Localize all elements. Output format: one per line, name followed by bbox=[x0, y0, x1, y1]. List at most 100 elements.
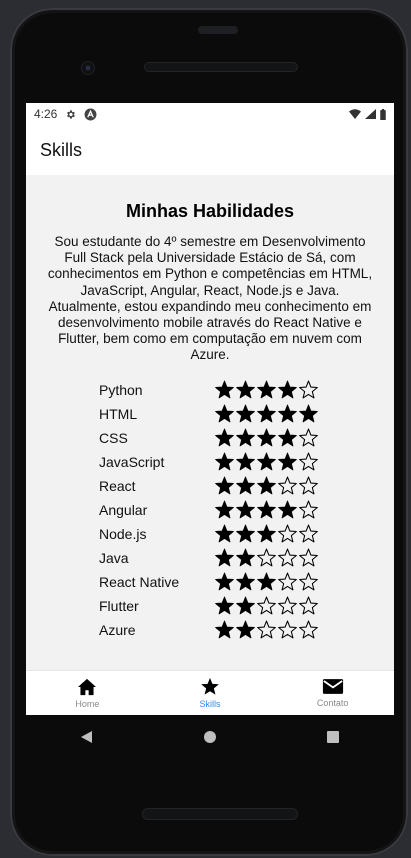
status-time: 4:26 bbox=[34, 107, 58, 121]
wifi-icon bbox=[349, 109, 361, 119]
star-filled-icon bbox=[236, 428, 255, 447]
skill-row: React Native bbox=[99, 570, 376, 594]
star-filled-icon bbox=[236, 452, 255, 471]
star-outline-icon bbox=[257, 548, 276, 567]
star-icon bbox=[201, 677, 219, 695]
star-outline-icon bbox=[257, 620, 276, 639]
star-filled-icon bbox=[215, 524, 234, 543]
back-triangle-icon[interactable] bbox=[80, 730, 94, 744]
skill-rating bbox=[214, 523, 319, 544]
tab-contato[interactable]: Contato bbox=[271, 671, 394, 715]
star-filled-icon bbox=[278, 404, 297, 423]
star-filled-icon bbox=[236, 548, 255, 567]
skill-rating bbox=[214, 475, 319, 496]
star-filled-icon bbox=[236, 524, 255, 543]
star-filled-icon bbox=[215, 548, 234, 567]
skill-row: Angular bbox=[99, 498, 376, 522]
star-filled-icon bbox=[236, 620, 255, 639]
star-filled-icon bbox=[215, 596, 234, 615]
skill-name: Node.js bbox=[99, 525, 147, 542]
skill-name: JavaScript bbox=[99, 453, 165, 470]
star-filled-icon bbox=[236, 476, 255, 495]
skill-row: JavaScript bbox=[99, 450, 376, 474]
app-notification-icon bbox=[84, 108, 97, 120]
tab-home[interactable]: Home bbox=[26, 671, 149, 715]
tab-home-label: Home bbox=[75, 698, 100, 709]
page-title: Skills bbox=[40, 139, 83, 160]
skill-row: CSS bbox=[99, 426, 376, 450]
system-navigation-bar bbox=[26, 722, 394, 752]
top-speaker-grille bbox=[144, 62, 298, 72]
star-outline-icon bbox=[299, 476, 318, 495]
star-outline-icon bbox=[299, 620, 318, 639]
battery-icon bbox=[380, 108, 386, 120]
bottom-speaker-grille bbox=[142, 808, 298, 820]
skill-row: HTML bbox=[99, 402, 376, 426]
skill-name: Python bbox=[99, 381, 143, 398]
skill-rating bbox=[214, 619, 319, 640]
app-screen: 4:26 Skills Minhas Habilidades Sou estud… bbox=[26, 103, 394, 715]
star-outline-icon bbox=[278, 548, 297, 567]
skill-name: Flutter bbox=[99, 597, 139, 614]
skills-list: Python HTML CSS JavaScript React Angular Node.… bbox=[99, 378, 376, 642]
star-filled-icon bbox=[215, 404, 234, 423]
bottom-tab-bar: Home Skills Contato bbox=[26, 670, 394, 715]
star-outline-icon bbox=[278, 524, 297, 543]
skills-description: Sou estudante do 4º semestre em Desenvol… bbox=[47, 234, 373, 363]
star-filled-icon bbox=[257, 404, 276, 423]
skills-heading: Minhas Habilidades bbox=[125, 201, 295, 221]
skill-rating bbox=[214, 451, 319, 472]
status-bar: 4:26 bbox=[26, 103, 394, 125]
star-filled-icon bbox=[236, 380, 255, 399]
skill-name: CSS bbox=[99, 429, 128, 446]
app-header: Skills bbox=[26, 125, 394, 175]
star-filled-icon bbox=[278, 380, 297, 399]
skill-row: Flutter bbox=[99, 594, 376, 618]
tab-skills[interactable]: Skills bbox=[149, 671, 272, 715]
star-filled-icon bbox=[215, 572, 234, 591]
skill-rating bbox=[214, 547, 319, 568]
star-outline-icon bbox=[278, 620, 297, 639]
star-filled-icon bbox=[257, 572, 276, 591]
home-circle-icon[interactable] bbox=[203, 730, 217, 744]
skill-rating bbox=[214, 379, 319, 400]
skill-rating bbox=[214, 595, 319, 616]
skill-row: Python bbox=[99, 378, 376, 402]
skill-rating bbox=[214, 571, 319, 592]
star-filled-icon bbox=[278, 428, 297, 447]
star-outline-icon bbox=[299, 524, 318, 543]
skill-rating bbox=[214, 403, 319, 424]
star-outline-icon bbox=[299, 548, 318, 567]
star-filled-icon bbox=[236, 404, 255, 423]
star-outline-icon bbox=[299, 428, 318, 447]
star-outline-icon bbox=[257, 596, 276, 615]
skill-row: Azure bbox=[99, 618, 376, 642]
star-filled-icon bbox=[236, 572, 255, 591]
home-icon bbox=[78, 678, 97, 695]
star-filled-icon bbox=[215, 452, 234, 471]
star-filled-icon bbox=[215, 380, 234, 399]
front-camera bbox=[82, 62, 94, 74]
star-filled-icon bbox=[215, 620, 234, 639]
skill-row: Java bbox=[99, 546, 376, 570]
tab-skills-label: Skills bbox=[199, 699, 221, 709]
star-filled-icon bbox=[215, 428, 234, 447]
star-filled-icon bbox=[278, 500, 297, 519]
mail-icon bbox=[322, 679, 343, 694]
star-filled-icon bbox=[236, 500, 255, 519]
star-filled-icon bbox=[215, 476, 234, 495]
star-outline-icon bbox=[299, 572, 318, 591]
cellular-signal-icon bbox=[365, 109, 376, 119]
skill-name: React bbox=[99, 477, 136, 494]
skill-row: Node.js bbox=[99, 522, 376, 546]
recents-square-icon[interactable] bbox=[326, 730, 340, 744]
star-outline-icon bbox=[278, 596, 297, 615]
star-filled-icon bbox=[257, 452, 276, 471]
star-filled-icon bbox=[257, 500, 276, 519]
star-filled-icon bbox=[257, 476, 276, 495]
skill-name: HTML bbox=[99, 405, 138, 422]
skill-name: Angular bbox=[99, 501, 148, 518]
skill-name: Azure bbox=[99, 621, 136, 638]
tab-contato-label: Contato bbox=[316, 698, 349, 708]
earpiece-slot bbox=[198, 26, 238, 34]
